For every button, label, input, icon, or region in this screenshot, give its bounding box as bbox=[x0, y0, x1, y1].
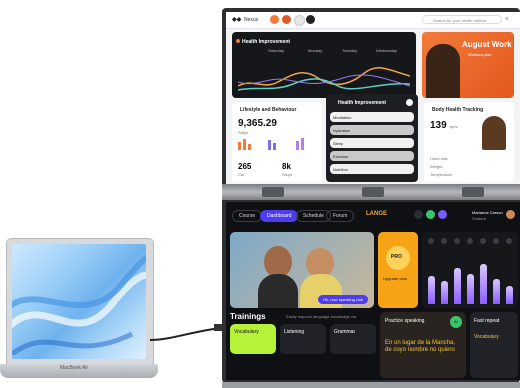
bottom-screen: Course Dashboard Schedule Forum LANGE Ma… bbox=[226, 202, 520, 380]
day-label: Monday bbox=[308, 48, 323, 53]
stat-label: Steps bbox=[282, 172, 293, 177]
list-item[interactable]: Meditation bbox=[330, 112, 414, 122]
avatar[interactable] bbox=[270, 15, 279, 24]
avatar[interactable] bbox=[306, 15, 315, 24]
card-title: Health Improvement bbox=[242, 39, 291, 45]
promo-subtitle: Workout plan bbox=[468, 52, 492, 57]
avatar[interactable] bbox=[506, 210, 515, 219]
dot-icon bbox=[236, 39, 240, 43]
laptop-brand-label: MacBook Air bbox=[60, 365, 89, 371]
body-tracking-card: Body Health Tracking 139 bpm Heart rate … bbox=[424, 102, 514, 182]
training-item[interactable]: Vocabulary bbox=[230, 324, 276, 354]
laptop-wallpaper bbox=[12, 244, 146, 359]
ai-badge: AI bbox=[450, 316, 462, 328]
avatar[interactable] bbox=[282, 15, 291, 24]
card-title: Health Improvement bbox=[338, 100, 387, 106]
monitor-hinge bbox=[222, 184, 520, 200]
stat-value: 8k bbox=[282, 162, 291, 171]
wave-chart bbox=[238, 67, 410, 91]
search-input[interactable]: Search for your health metrics bbox=[422, 15, 502, 24]
pro-sub: Upgrade plan bbox=[383, 276, 408, 281]
practice-title: Practice speaking bbox=[385, 318, 425, 324]
activity-bar bbox=[441, 281, 448, 304]
tab-dashboard[interactable]: Dashboard bbox=[260, 210, 299, 222]
training-item[interactable]: Grammar bbox=[330, 324, 376, 354]
weekday-dot bbox=[428, 238, 434, 244]
top-navbar: ◆◆ Nexus Search for your health metrics … bbox=[226, 12, 520, 29]
list-item[interactable]: Hydration bbox=[330, 125, 414, 135]
practice-quote: En un lugar de la Mancha, de cuyo nombre… bbox=[385, 340, 456, 353]
weekday-dot bbox=[441, 238, 447, 244]
chat-icon[interactable] bbox=[438, 210, 447, 219]
activity-bar bbox=[493, 279, 500, 304]
user-role: Student bbox=[472, 216, 486, 221]
activity-bar bbox=[454, 268, 461, 304]
stat-label: Cal bbox=[238, 172, 245, 177]
top-screen: ◆◆ Nexus Search for your health metrics … bbox=[226, 12, 520, 184]
lifestyle-card: Lifestyle and Behaviour 9,365.29 Steps 2… bbox=[232, 102, 322, 182]
list-item[interactable]: Sleep bbox=[330, 138, 414, 148]
pro-label: PRO bbox=[391, 254, 402, 260]
notification-icon[interactable] bbox=[414, 210, 423, 219]
steps-label: Steps bbox=[238, 130, 249, 135]
weekday-dot bbox=[454, 238, 460, 244]
weekday-dot bbox=[493, 238, 499, 244]
activity-bar bbox=[467, 274, 474, 304]
training-item[interactable]: Listening bbox=[280, 324, 326, 354]
fast-repeat-title: Fast repeat bbox=[474, 318, 500, 324]
day-label: Wednesday bbox=[376, 48, 398, 53]
usb-cable bbox=[150, 324, 224, 341]
metric-row: Heart rate bbox=[430, 156, 448, 161]
health-improvement-list: Health Improvement Meditation Hydration … bbox=[326, 94, 418, 182]
activity-bar bbox=[480, 264, 487, 304]
stat-value: 265 bbox=[238, 162, 252, 171]
card-title: Lifestyle and Behaviour bbox=[240, 107, 297, 113]
unit-label: bpm bbox=[450, 124, 458, 129]
brand-name: Nexus bbox=[244, 17, 259, 23]
settings-icon[interactable]: ⚙ bbox=[505, 16, 509, 21]
monitor-stand bbox=[222, 382, 520, 388]
day-label: Saturday bbox=[268, 48, 285, 53]
list-item[interactable]: Nutrition bbox=[330, 164, 414, 174]
metric-row: Weight bbox=[430, 164, 443, 169]
bar-area bbox=[424, 238, 516, 304]
metric-row: Temperature bbox=[430, 172, 453, 177]
card-title: Body Health Tracking bbox=[432, 107, 484, 113]
weekday-dot bbox=[506, 238, 512, 244]
promo-card[interactable]: August Work Workout plan bbox=[422, 32, 514, 98]
trainings-subtitle: Easily improve language knowledge via bbox=[286, 314, 357, 319]
health-improvement-card: Health Improvement Saturday Monday Tuesd… bbox=[232, 32, 416, 98]
video-tile[interactable]: Ok, now speaking club bbox=[230, 232, 374, 308]
person-image bbox=[482, 116, 506, 150]
weekday-dot bbox=[480, 238, 486, 244]
tab-course[interactable]: Course bbox=[232, 210, 263, 222]
day-label: Tuesday bbox=[342, 48, 358, 53]
logo-icon: ◆◆ bbox=[232, 17, 242, 23]
activity-bar bbox=[428, 276, 435, 304]
video-caption: Ok, now speaking club bbox=[318, 295, 369, 304]
close-icon[interactable] bbox=[406, 99, 413, 106]
practice-card[interactable]: Practice speaking AI En un lugar de la M… bbox=[380, 312, 466, 378]
athlete-image bbox=[426, 44, 460, 98]
activity-bar bbox=[506, 286, 513, 304]
weekday-dot bbox=[467, 238, 473, 244]
activity-chart bbox=[422, 232, 518, 308]
list-item[interactable]: Exercise bbox=[330, 151, 414, 161]
person-image bbox=[258, 274, 298, 308]
tab-forum[interactable]: Forum bbox=[326, 210, 355, 222]
promo-title: August Work bbox=[462, 40, 512, 49]
pro-card[interactable]: PRO Upgrade plan bbox=[378, 232, 418, 308]
status-icon[interactable] bbox=[426, 210, 435, 219]
trainings-title: Trainings bbox=[230, 312, 266, 321]
mini-bars bbox=[238, 138, 304, 150]
user-name: Marianne Carson bbox=[472, 210, 503, 215]
add-icon[interactable] bbox=[294, 15, 305, 26]
heart-rate-value: 139 bbox=[430, 120, 447, 131]
brand-logo: LANGE bbox=[366, 211, 387, 217]
fast-repeat-card[interactable]: Fast repeat Vocabulary bbox=[470, 312, 518, 378]
fast-repeat-word: Vocabulary bbox=[474, 334, 499, 340]
steps-value: 9,365.29 bbox=[238, 118, 277, 129]
